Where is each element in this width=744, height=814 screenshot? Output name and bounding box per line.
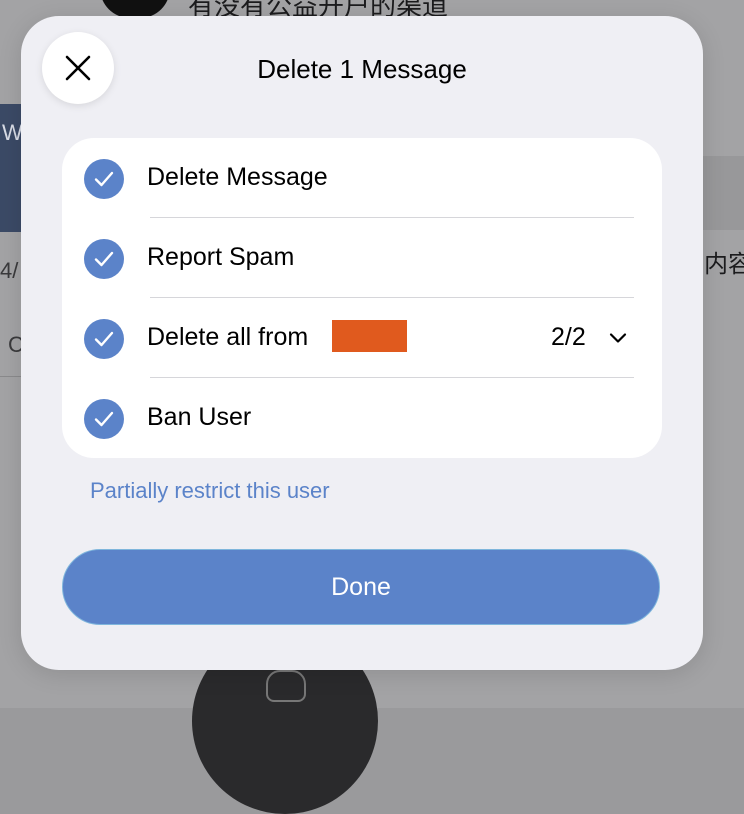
background-left-panel-text: W (2, 120, 23, 145)
checkmark-icon (94, 171, 114, 187)
delete-message-dialog: Delete 1 Message Delete Message Report S… (21, 16, 703, 670)
chevron-down-icon[interactable] (608, 328, 628, 348)
done-button[interactable]: Done (62, 549, 660, 625)
checkmark-icon (94, 411, 114, 427)
background-right-panel (700, 156, 744, 230)
checkbox[interactable] (84, 399, 124, 439)
checkbox[interactable] (84, 239, 124, 279)
checkmark-icon (94, 331, 114, 347)
background-left-text: 4/ (0, 258, 19, 283)
background-divider (0, 376, 22, 377)
option-delete-all-from[interactable]: Delete all from 2/2 (62, 298, 662, 378)
option-label: Delete Message (147, 163, 328, 191)
dialog-title: Delete 1 Message (257, 54, 467, 84)
partially-restrict-link[interactable]: Partially restrict this user (90, 478, 330, 504)
background-right-text: 内容 (704, 251, 744, 278)
option-ban-user[interactable]: Ban User (62, 378, 662, 458)
checkbox[interactable] (84, 319, 124, 359)
options-list: Delete Message Report Spam Delete all fr… (62, 138, 662, 458)
option-label: Report Spam (147, 243, 295, 271)
option-label: Ban User (147, 403, 252, 431)
checkmark-icon (94, 251, 114, 267)
option-delete-message[interactable]: Delete Message (62, 138, 662, 218)
redacted-username (332, 320, 407, 352)
option-report-spam[interactable]: Report Spam (62, 218, 662, 298)
option-label: Delete all from (147, 323, 309, 351)
background-avatar-figure (266, 670, 306, 702)
checkbox[interactable] (84, 159, 124, 199)
message-count: 2/2 (551, 323, 586, 351)
